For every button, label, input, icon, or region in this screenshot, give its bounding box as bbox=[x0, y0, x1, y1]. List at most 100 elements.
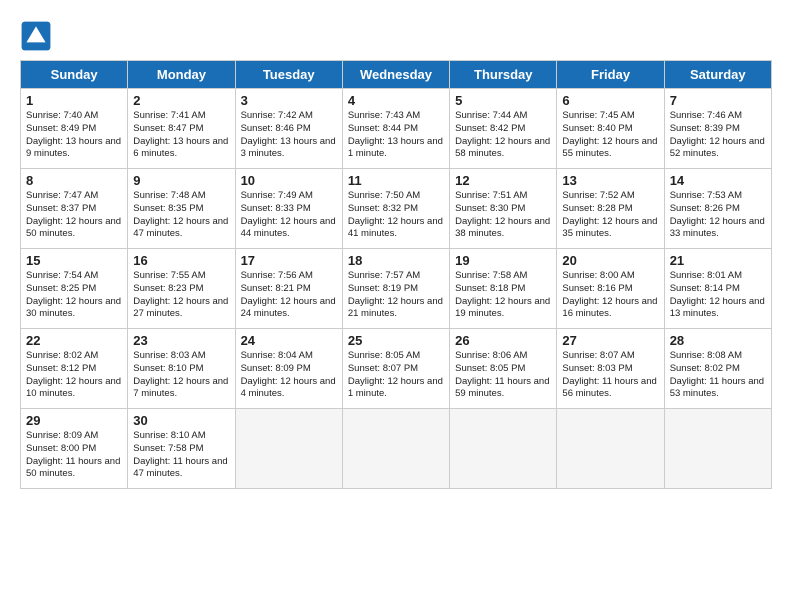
day-number: 8 bbox=[26, 173, 122, 188]
day-info: Sunrise: 7:50 AMSunset: 8:32 PMDaylight:… bbox=[348, 190, 444, 241]
calendar-week-4: 29Sunrise: 8:09 AMSunset: 8:00 PMDayligh… bbox=[21, 409, 772, 489]
calendar-day-29: 29Sunrise: 8:09 AMSunset: 8:00 PMDayligh… bbox=[21, 409, 128, 489]
day-info: Sunrise: 8:08 AMSunset: 8:02 PMDaylight:… bbox=[670, 350, 766, 401]
day-info: Sunrise: 7:43 AMSunset: 8:44 PMDaylight:… bbox=[348, 110, 444, 161]
weekday-header-saturday: Saturday bbox=[664, 61, 771, 89]
day-info: Sunrise: 8:00 AMSunset: 8:16 PMDaylight:… bbox=[562, 270, 658, 321]
weekday-header-thursday: Thursday bbox=[450, 61, 557, 89]
calendar-day-26: 26 Sunrise: 8:06 AMSunset: 8:05 PMDayligh… bbox=[450, 329, 557, 409]
day-info: Sunrise: 7:51 AMSunset: 8:30 PMDaylight:… bbox=[455, 190, 551, 241]
day-info: Sunrise: 7:45 AMSunset: 8:40 PMDaylight:… bbox=[562, 110, 658, 161]
calendar-day-23: 23 Sunrise: 8:03 AMSunset: 8:10 PMDayligh… bbox=[128, 329, 235, 409]
calendar-day-30: 30 Sunrise: 8:10 AMSunset: 7:58 PMDayligh… bbox=[128, 409, 235, 489]
calendar-empty bbox=[235, 409, 342, 489]
calendar-day-28: 28 Sunrise: 8:08 AMSunset: 8:02 PMDayligh… bbox=[664, 329, 771, 409]
day-number: 24 bbox=[241, 333, 337, 348]
day-info: Sunrise: 7:54 AMSunset: 8:25 PMDaylight:… bbox=[26, 270, 122, 321]
calendar-day-6: 6 Sunrise: 7:45 AMSunset: 8:40 PMDaylight… bbox=[557, 89, 664, 169]
day-number: 3 bbox=[241, 93, 337, 108]
calendar-day-25: 25 Sunrise: 8:05 AMSunset: 8:07 PMDayligh… bbox=[342, 329, 449, 409]
day-number: 7 bbox=[670, 93, 766, 108]
day-number: 15 bbox=[26, 253, 122, 268]
day-number: 14 bbox=[670, 173, 766, 188]
day-number: 28 bbox=[670, 333, 766, 348]
day-info: Sunrise: 7:48 AMSunset: 8:35 PMDaylight:… bbox=[133, 190, 229, 241]
day-info: Sunrise: 8:06 AMSunset: 8:05 PMDaylight:… bbox=[455, 350, 551, 401]
weekday-header-wednesday: Wednesday bbox=[342, 61, 449, 89]
calendar-day-1: 1 Sunrise: 7:40 AMSunset: 8:49 PMDaylight… bbox=[21, 89, 128, 169]
calendar-day-10: 10 Sunrise: 7:49 AMSunset: 8:33 PMDayligh… bbox=[235, 169, 342, 249]
weekday-header-tuesday: Tuesday bbox=[235, 61, 342, 89]
weekday-header-monday: Monday bbox=[128, 61, 235, 89]
day-number: 17 bbox=[241, 253, 337, 268]
calendar-day-14: 14 Sunrise: 7:53 AMSunset: 8:26 PMDayligh… bbox=[664, 169, 771, 249]
day-info: Sunrise: 8:07 AMSunset: 8:03 PMDaylight:… bbox=[562, 350, 658, 401]
day-number: 12 bbox=[455, 173, 551, 188]
day-info: Sunrise: 7:49 AMSunset: 8:33 PMDaylight:… bbox=[241, 190, 337, 241]
calendar-table: SundayMondayTuesdayWednesdayThursdayFrid… bbox=[20, 60, 772, 489]
day-info: Sunrise: 7:40 AMSunset: 8:49 PMDaylight:… bbox=[26, 110, 122, 161]
day-number: 4 bbox=[348, 93, 444, 108]
day-number: 23 bbox=[133, 333, 229, 348]
calendar-day-9: 9 Sunrise: 7:48 AMSunset: 8:35 PMDaylight… bbox=[128, 169, 235, 249]
day-number: 29 bbox=[26, 413, 122, 428]
calendar-day-16: 16Sunrise: 7:55 AMSunset: 8:23 PMDayligh… bbox=[128, 249, 235, 329]
calendar-week-3: 22Sunrise: 8:02 AMSunset: 8:12 PMDayligh… bbox=[21, 329, 772, 409]
weekday-header-friday: Friday bbox=[557, 61, 664, 89]
day-info: Sunrise: 7:44 AMSunset: 8:42 PMDaylight:… bbox=[455, 110, 551, 161]
logo bbox=[20, 20, 54, 52]
calendar-day-12: 12 Sunrise: 7:51 AMSunset: 8:30 PMDayligh… bbox=[450, 169, 557, 249]
day-number: 16 bbox=[133, 253, 229, 268]
calendar-day-13: 13Sunrise: 7:52 AMSunset: 8:28 PMDayligh… bbox=[557, 169, 664, 249]
day-number: 20 bbox=[562, 253, 658, 268]
day-info: Sunrise: 7:58 AMSunset: 8:18 PMDaylight:… bbox=[455, 270, 551, 321]
day-info: Sunrise: 8:10 AMSunset: 7:58 PMDaylight:… bbox=[133, 430, 229, 481]
calendar-day-21: 21Sunrise: 8:01 AMSunset: 8:14 PMDayligh… bbox=[664, 249, 771, 329]
calendar-day-20: 20 Sunrise: 8:00 AMSunset: 8:16 PMDayligh… bbox=[557, 249, 664, 329]
calendar-day-17: 17 Sunrise: 7:56 AMSunset: 8:21 PMDayligh… bbox=[235, 249, 342, 329]
calendar-day-18: 18 Sunrise: 7:57 AMSunset: 8:19 PMDayligh… bbox=[342, 249, 449, 329]
day-number: 11 bbox=[348, 173, 444, 188]
day-info: Sunrise: 8:05 AMSunset: 8:07 PMDaylight:… bbox=[348, 350, 444, 401]
calendar-day-7: 7 Sunrise: 7:46 AMSunset: 8:39 PMDaylight… bbox=[664, 89, 771, 169]
day-number: 30 bbox=[133, 413, 229, 428]
day-number: 22 bbox=[26, 333, 122, 348]
day-info: Sunrise: 8:04 AMSunset: 8:09 PMDaylight:… bbox=[241, 350, 337, 401]
day-info: Sunrise: 7:42 AMSunset: 8:46 PMDaylight:… bbox=[241, 110, 337, 161]
calendar-day-22: 22Sunrise: 8:02 AMSunset: 8:12 PMDayligh… bbox=[21, 329, 128, 409]
calendar-day-2: 2Sunrise: 7:41 AMSunset: 8:47 PMDaylight… bbox=[128, 89, 235, 169]
calendar-week-0: 1 Sunrise: 7:40 AMSunset: 8:49 PMDaylight… bbox=[21, 89, 772, 169]
calendar-day-15: 15 Sunrise: 7:54 AMSunset: 8:25 PMDayligh… bbox=[21, 249, 128, 329]
calendar-empty bbox=[557, 409, 664, 489]
logo-icon bbox=[20, 20, 52, 52]
calendar-empty bbox=[342, 409, 449, 489]
day-info: Sunrise: 8:03 AMSunset: 8:10 PMDaylight:… bbox=[133, 350, 229, 401]
calendar-empty bbox=[664, 409, 771, 489]
calendar-day-24: 24 Sunrise: 8:04 AMSunset: 8:09 PMDayligh… bbox=[235, 329, 342, 409]
calendar-day-19: 19Sunrise: 7:58 AMSunset: 8:18 PMDayligh… bbox=[450, 249, 557, 329]
weekday-header-sunday: Sunday bbox=[21, 61, 128, 89]
calendar-day-3: 3 Sunrise: 7:42 AMSunset: 8:46 PMDaylight… bbox=[235, 89, 342, 169]
calendar-week-2: 15 Sunrise: 7:54 AMSunset: 8:25 PMDayligh… bbox=[21, 249, 772, 329]
day-info: Sunrise: 7:56 AMSunset: 8:21 PMDaylight:… bbox=[241, 270, 337, 321]
calendar-day-4: 4 Sunrise: 7:43 AMSunset: 8:44 PMDaylight… bbox=[342, 89, 449, 169]
day-number: 25 bbox=[348, 333, 444, 348]
day-info: Sunrise: 7:46 AMSunset: 8:39 PMDaylight:… bbox=[670, 110, 766, 161]
day-number: 10 bbox=[241, 173, 337, 188]
day-number: 13 bbox=[562, 173, 658, 188]
page-header bbox=[20, 20, 772, 52]
day-number: 9 bbox=[133, 173, 229, 188]
day-number: 18 bbox=[348, 253, 444, 268]
calendar-day-11: 11 Sunrise: 7:50 AMSunset: 8:32 PMDayligh… bbox=[342, 169, 449, 249]
calendar-day-27: 27 Sunrise: 8:07 AMSunset: 8:03 PMDayligh… bbox=[557, 329, 664, 409]
day-number: 27 bbox=[562, 333, 658, 348]
day-number: 6 bbox=[562, 93, 658, 108]
day-info: Sunrise: 7:53 AMSunset: 8:26 PMDaylight:… bbox=[670, 190, 766, 241]
day-number: 26 bbox=[455, 333, 551, 348]
calendar-day-5: 5Sunrise: 7:44 AMSunset: 8:42 PMDaylight… bbox=[450, 89, 557, 169]
day-number: 1 bbox=[26, 93, 122, 108]
calendar-empty bbox=[450, 409, 557, 489]
day-info: Sunrise: 7:41 AMSunset: 8:47 PMDaylight:… bbox=[133, 110, 229, 161]
day-info: Sunrise: 7:57 AMSunset: 8:19 PMDaylight:… bbox=[348, 270, 444, 321]
day-info: Sunrise: 8:01 AMSunset: 8:14 PMDaylight:… bbox=[670, 270, 766, 321]
